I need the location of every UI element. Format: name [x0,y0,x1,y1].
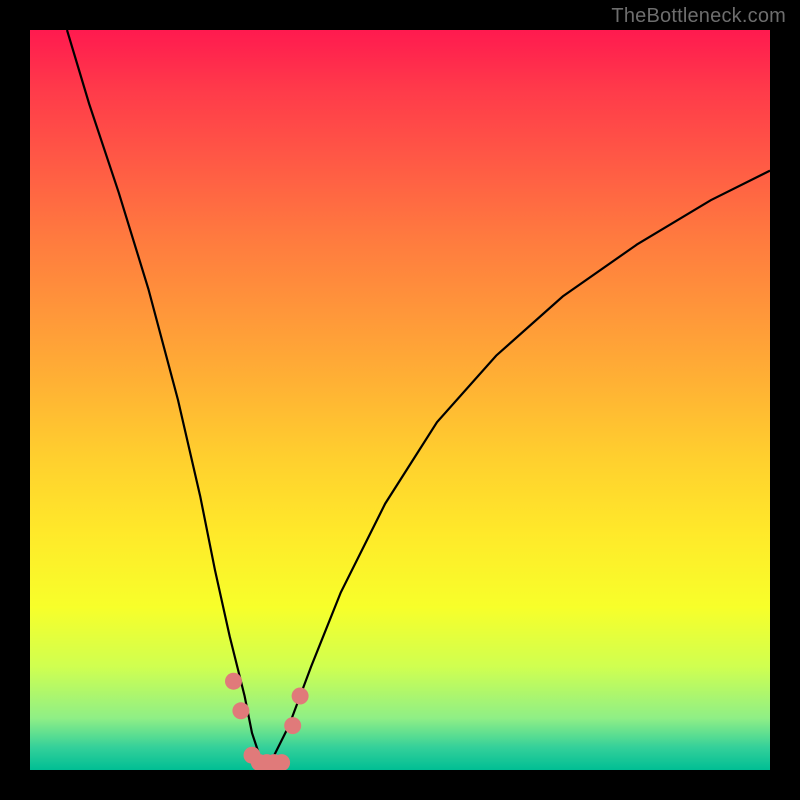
gradient-plot-area [30,30,770,770]
curve-markers [225,673,309,770]
bottleneck-curve [67,30,770,763]
chart-frame: TheBottleneck.com [0,0,800,800]
curve-marker [284,717,301,734]
curve-marker [225,673,242,690]
watermark-text: TheBottleneck.com [611,5,786,28]
curve-marker [232,702,249,719]
curve-svg [30,30,770,770]
curve-marker [292,688,309,705]
